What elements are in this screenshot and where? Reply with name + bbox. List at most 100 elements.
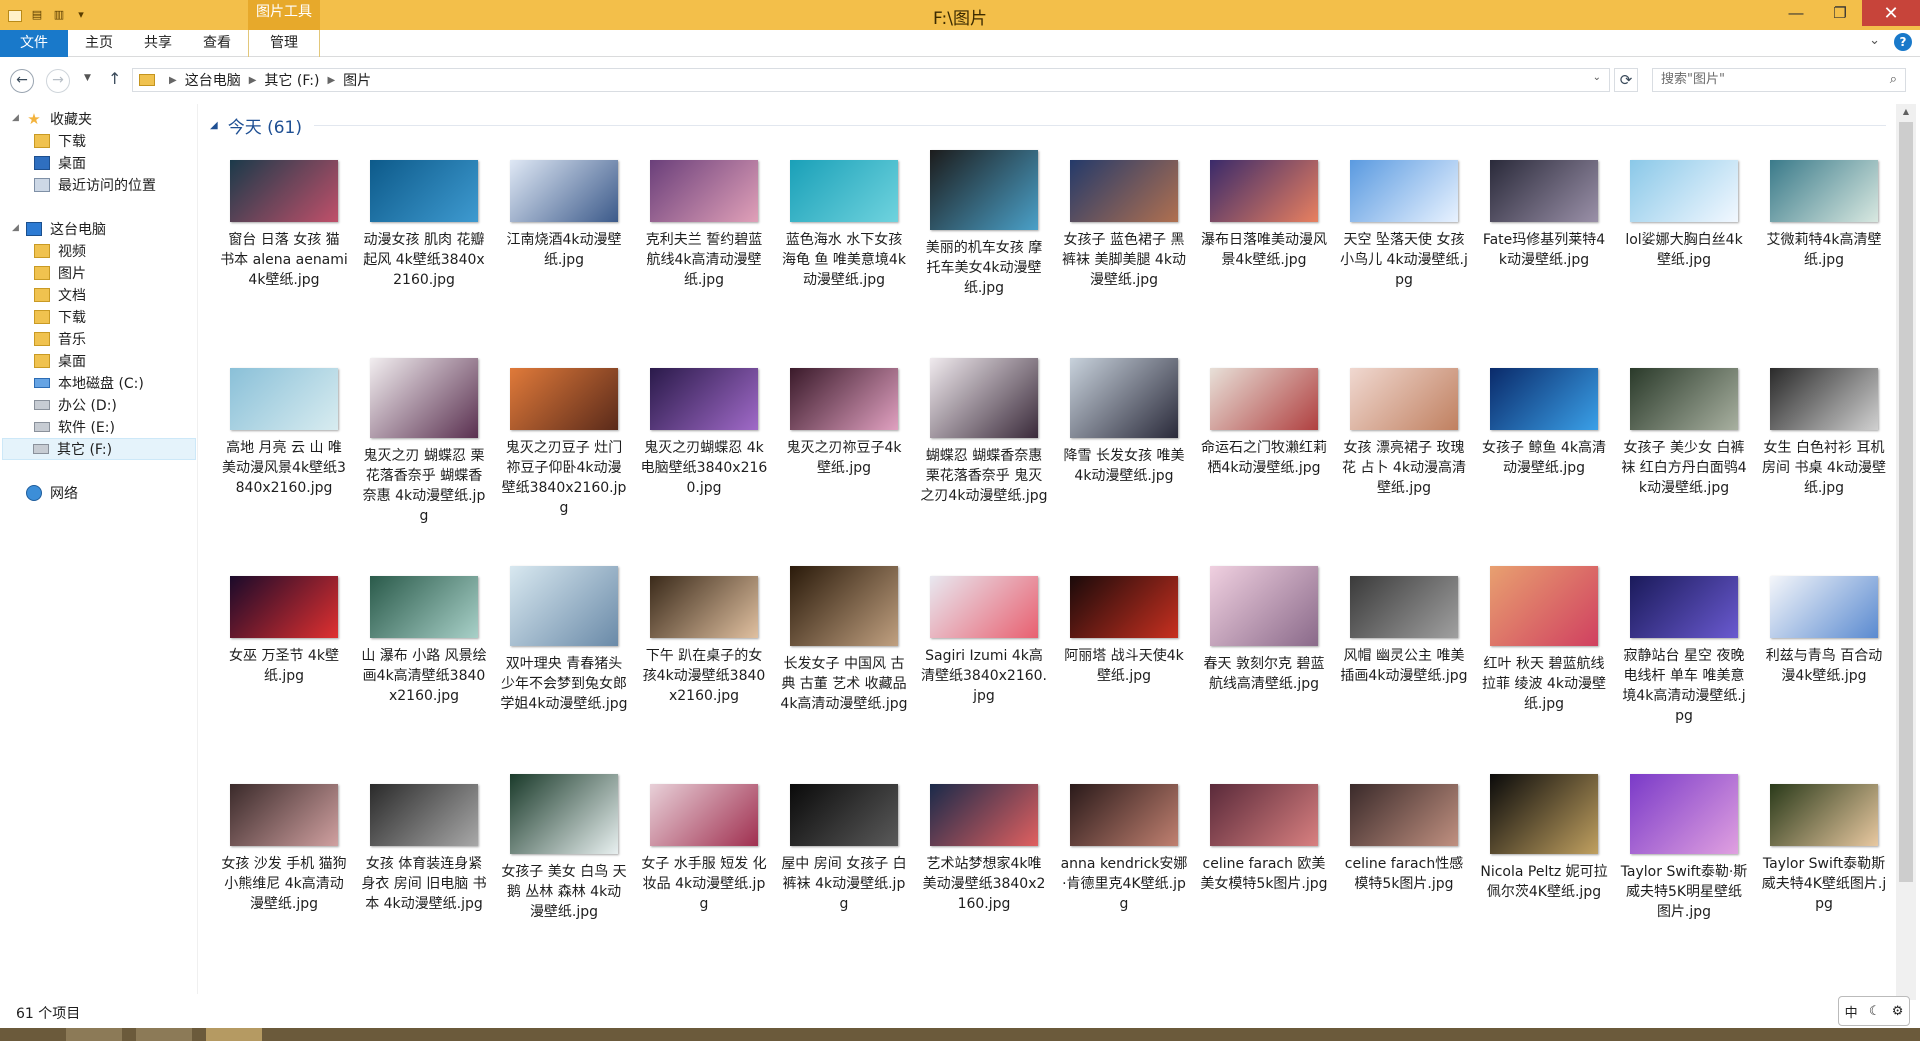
refresh-button[interactable]: ⟳ xyxy=(1614,68,1638,92)
file-item[interactable]: 蓝色海水 水下女孩 海龟 鱼 唯美意境4k动漫壁纸.jpg xyxy=(774,150,914,358)
collapse-arrow-icon[interactable]: ◢ xyxy=(12,113,19,123)
file-item[interactable]: 鬼灭之刃豆子 灶门祢豆子仰卧4k动漫壁纸3840x2160.jpg xyxy=(494,358,634,566)
file-item[interactable]: Nicola Peltz 妮可拉佩尔茨4K壁纸.jpg xyxy=(1474,774,1614,982)
file-item[interactable]: lol娑娜大胸白丝4k壁纸.jpg xyxy=(1614,150,1754,358)
maximize-button[interactable]: ❐ xyxy=(1818,0,1862,26)
file-item[interactable]: 鬼灭之刃 蝴蝶忍 栗花落香奈乎 蝴蝶香奈惠 4k动漫壁纸.jpg xyxy=(354,358,494,566)
file-item[interactable]: 命运石之门牧濑红莉栖4k动漫壁纸.jpg xyxy=(1194,358,1334,566)
sidebar-item-downloads[interactable]: 下载 xyxy=(34,130,86,152)
taskbar-button[interactable] xyxy=(206,1028,262,1041)
ime-indicator[interactable]: 中 ☾ ⚙ xyxy=(1838,996,1910,1026)
sidebar-item-downloads-pc[interactable]: 下载 xyxy=(34,306,86,328)
file-item[interactable]: 阿丽塔 战斗天使4k壁纸.jpg xyxy=(1054,566,1194,774)
file-item[interactable]: 鬼灭之刃蝴蝶忍 4k电脑壁纸3840x2160.jpg xyxy=(634,358,774,566)
address-history-dropdown-icon[interactable]: ⌄ xyxy=(1593,72,1601,83)
scrollbar-thumb[interactable] xyxy=(1899,122,1913,882)
file-item[interactable]: 女孩子 蓝色裙子 黑裤袜 美脚美腿 4k动漫壁纸.jpg xyxy=(1054,150,1194,358)
file-item[interactable]: 女孩 体育装连身紧身衣 房间 旧电脑 书本 4k动漫壁纸.jpg xyxy=(354,774,494,982)
file-item[interactable]: 窗台 日落 女孩 猫 书本 alena aenami 4k壁纸.jpg xyxy=(214,150,354,358)
sidebar-item-pictures[interactable]: 图片 xyxy=(34,262,86,284)
taskbar-button[interactable] xyxy=(66,1028,122,1041)
expand-ribbon-icon[interactable]: ⌄ xyxy=(1869,33,1880,51)
group-header-today[interactable]: ◢ 今天 (61) xyxy=(210,114,1886,138)
tab-home[interactable]: 主页 xyxy=(68,30,130,57)
file-item[interactable]: 女生 白色衬衫 耳机 房间 书桌 4k动漫壁纸.jpg xyxy=(1754,358,1894,566)
file-item[interactable]: anna kendrick安娜·肯德里克4K壁纸.jpg xyxy=(1054,774,1194,982)
sidebar-item-this-pc[interactable]: 这台电脑 xyxy=(26,218,106,240)
tab-view[interactable]: 查看 xyxy=(186,30,248,57)
file-item[interactable]: 蝴蝶忍 蝴蝶香奈惠 栗花落香奈乎 鬼灭之刃4k动漫壁纸.jpg xyxy=(914,358,1054,566)
file-item[interactable]: 瀑布日落唯美动漫风景4k壁纸.jpg xyxy=(1194,150,1334,358)
recent-locations-dropdown[interactable]: ▼ xyxy=(84,73,91,83)
sidebar-item-desktop-pc[interactable]: 桌面 xyxy=(34,350,86,372)
file-item[interactable]: 女孩子 美女 白鸟 天鹅 丛林 森林 4k动漫壁纸.jpg xyxy=(494,774,634,982)
taskbar-button[interactable] xyxy=(136,1028,192,1041)
file-item[interactable]: 女孩子 美少女 白裤袜 红白方丹白面鸮4k动漫壁纸.jpg xyxy=(1614,358,1754,566)
sidebar-item-recent[interactable]: 最近访问的位置 xyxy=(34,174,156,196)
file-item[interactable]: 寂静站台 星空 夜晚 电线杆 单车 唯美意境4k高清动漫壁纸.jpg xyxy=(1614,566,1754,774)
file-item[interactable]: 长发女子 中国风 古典 古董 艺术 收藏品 4k高清动漫壁纸.jpg xyxy=(774,566,914,774)
file-item[interactable]: 美丽的机车女孩 摩托车美女4k动漫壁纸.jpg xyxy=(914,150,1054,358)
file-item[interactable]: 降雪 长发女孩 唯美4k动漫壁纸.jpg xyxy=(1054,358,1194,566)
file-item[interactable]: 下午 趴在桌子的女孩4k动漫壁纸3840x2160.jpg xyxy=(634,566,774,774)
minimize-button[interactable]: ― xyxy=(1774,0,1818,26)
search-icon[interactable]: ⌕ xyxy=(1890,69,1897,91)
sidebar-item-network[interactable]: 网络 xyxy=(26,482,78,504)
file-item[interactable]: Sagiri Izumi 4k高清壁纸3840x2160.jpg xyxy=(914,566,1054,774)
file-item[interactable]: 动漫女孩 肌肉 花瓣 起风 4k壁纸3840x2160.jpg xyxy=(354,150,494,358)
address-bar[interactable]: ▶ 这台电脑 ▶ 其它 (F:) ▶ 图片 ⌄ xyxy=(132,68,1610,92)
sidebar-item-drive-f[interactable]: 其它 (F:) xyxy=(2,438,196,460)
file-item[interactable]: 艾微莉特4k高清壁纸.jpg xyxy=(1754,150,1894,358)
up-button[interactable]: ↑ xyxy=(108,69,121,88)
sidebar-item-videos[interactable]: 视频 xyxy=(34,240,86,262)
file-item[interactable]: Fate玛修基列莱特4k动漫壁纸.jpg xyxy=(1474,150,1614,358)
breadcrumb-separator-icon[interactable]: ▶ xyxy=(169,75,177,86)
sidebar-item-drive-d[interactable]: 办公 (D:) xyxy=(34,394,117,416)
file-item[interactable]: celine farach 欧美美女模特5k图片.jpg xyxy=(1194,774,1334,982)
breadcrumb-this-pc[interactable]: 这台电脑 xyxy=(185,70,241,90)
breadcrumb-drive-f[interactable]: 其它 (F:) xyxy=(264,70,319,90)
file-item[interactable]: 红叶 秋天 碧蓝航线拉菲 绫波 4k动漫壁纸.jpg xyxy=(1474,566,1614,774)
file-item[interactable]: 克利夫兰 誓约碧蓝航线4k高清动漫壁纸.jpg xyxy=(634,150,774,358)
back-button[interactable]: ← xyxy=(10,69,34,93)
file-item[interactable]: 女巫 万圣节 4k壁纸.jpg xyxy=(214,566,354,774)
file-item[interactable]: 艺术站梦想家4k唯美动漫壁纸3840x2160.jpg xyxy=(914,774,1054,982)
file-item[interactable]: 春天 敦刻尔克 碧蓝航线高清壁纸.jpg xyxy=(1194,566,1334,774)
help-icon[interactable]: ? xyxy=(1894,33,1912,51)
file-item[interactable]: 双叶理央 青春猪头少年不会梦到兔女郎学姐4k动漫壁纸.jpg xyxy=(494,566,634,774)
file-item[interactable]: 高地 月亮 云 山 唯美动漫风景4k壁纸3840x2160.jpg xyxy=(214,358,354,566)
forward-button[interactable]: → xyxy=(46,69,70,93)
file-item[interactable]: 风帽 幽灵公主 唯美插画4k动漫壁纸.jpg xyxy=(1334,566,1474,774)
tab-manage[interactable]: 管理 xyxy=(248,30,320,57)
scroll-up-icon[interactable]: ▲ xyxy=(1896,104,1916,120)
file-item[interactable]: 鬼灭之刃祢豆子4k壁纸.jpg xyxy=(774,358,914,566)
file-item[interactable]: 天空 坠落天使 女孩 小鸟儿 4k动漫壁纸.jpg xyxy=(1334,150,1474,358)
tab-file[interactable]: 文件 xyxy=(0,30,68,57)
sidebar-item-drive-c[interactable]: 本地磁盘 (C:) xyxy=(34,372,144,394)
file-item[interactable]: Taylor Swift泰勒斯威夫特4K壁纸图片.jpg xyxy=(1754,774,1894,982)
file-item[interactable]: 利兹与青鸟 百合动漫4k壁纸.jpg xyxy=(1754,566,1894,774)
file-item[interactable]: 女子 水手服 短发 化妆品 4k动漫壁纸.jpg xyxy=(634,774,774,982)
collapse-arrow-icon[interactable]: ◢ xyxy=(12,223,19,233)
search-input[interactable]: 搜索"图片" ⌕ xyxy=(1652,68,1906,92)
file-item[interactable]: 女孩子 鲸鱼 4k高清动漫壁纸.jpg xyxy=(1474,358,1614,566)
vertical-scrollbar[interactable]: ▲ xyxy=(1896,104,1916,1000)
sidebar-item-desktop[interactable]: 桌面 xyxy=(34,152,86,174)
collapse-group-icon[interactable]: ◢ xyxy=(210,120,218,131)
sidebar-item-documents[interactable]: 文档 xyxy=(34,284,86,306)
sidebar-item-favorites[interactable]: ★ 收藏夹 xyxy=(26,108,92,130)
file-item[interactable]: Taylor Swift泰勒·斯威夫特5K明星壁纸图片.jpg xyxy=(1614,774,1754,982)
file-item[interactable]: 山 瀑布 小路 风景绘画4k高清壁纸3840x2160.jpg xyxy=(354,566,494,774)
file-item[interactable]: 女孩 沙发 手机 猫狗 小熊维尼 4k高清动漫壁纸.jpg xyxy=(214,774,354,982)
breadcrumb-pictures[interactable]: 图片 xyxy=(343,70,371,90)
close-button[interactable]: ✕ xyxy=(1862,0,1920,26)
file-item[interactable]: 江南烧酒4k动漫壁纸.jpg xyxy=(494,150,634,358)
breadcrumb-separator-icon[interactable]: ▶ xyxy=(327,75,335,86)
sidebar-item-drive-e[interactable]: 软件 (E:) xyxy=(34,416,115,438)
tab-share[interactable]: 共享 xyxy=(130,30,186,57)
breadcrumb-separator-icon[interactable]: ▶ xyxy=(249,75,257,86)
sidebar-item-music[interactable]: 音乐 xyxy=(34,328,86,350)
file-item[interactable]: 屋中 房间 女孩子 白裤袜 4k动漫壁纸.jpg xyxy=(774,774,914,982)
file-item[interactable]: 女孩 漂亮裙子 玫瑰花 占卜 4k动漫高清壁纸.jpg xyxy=(1334,358,1474,566)
file-item[interactable]: celine farach性感模特5k图片.jpg xyxy=(1334,774,1474,982)
